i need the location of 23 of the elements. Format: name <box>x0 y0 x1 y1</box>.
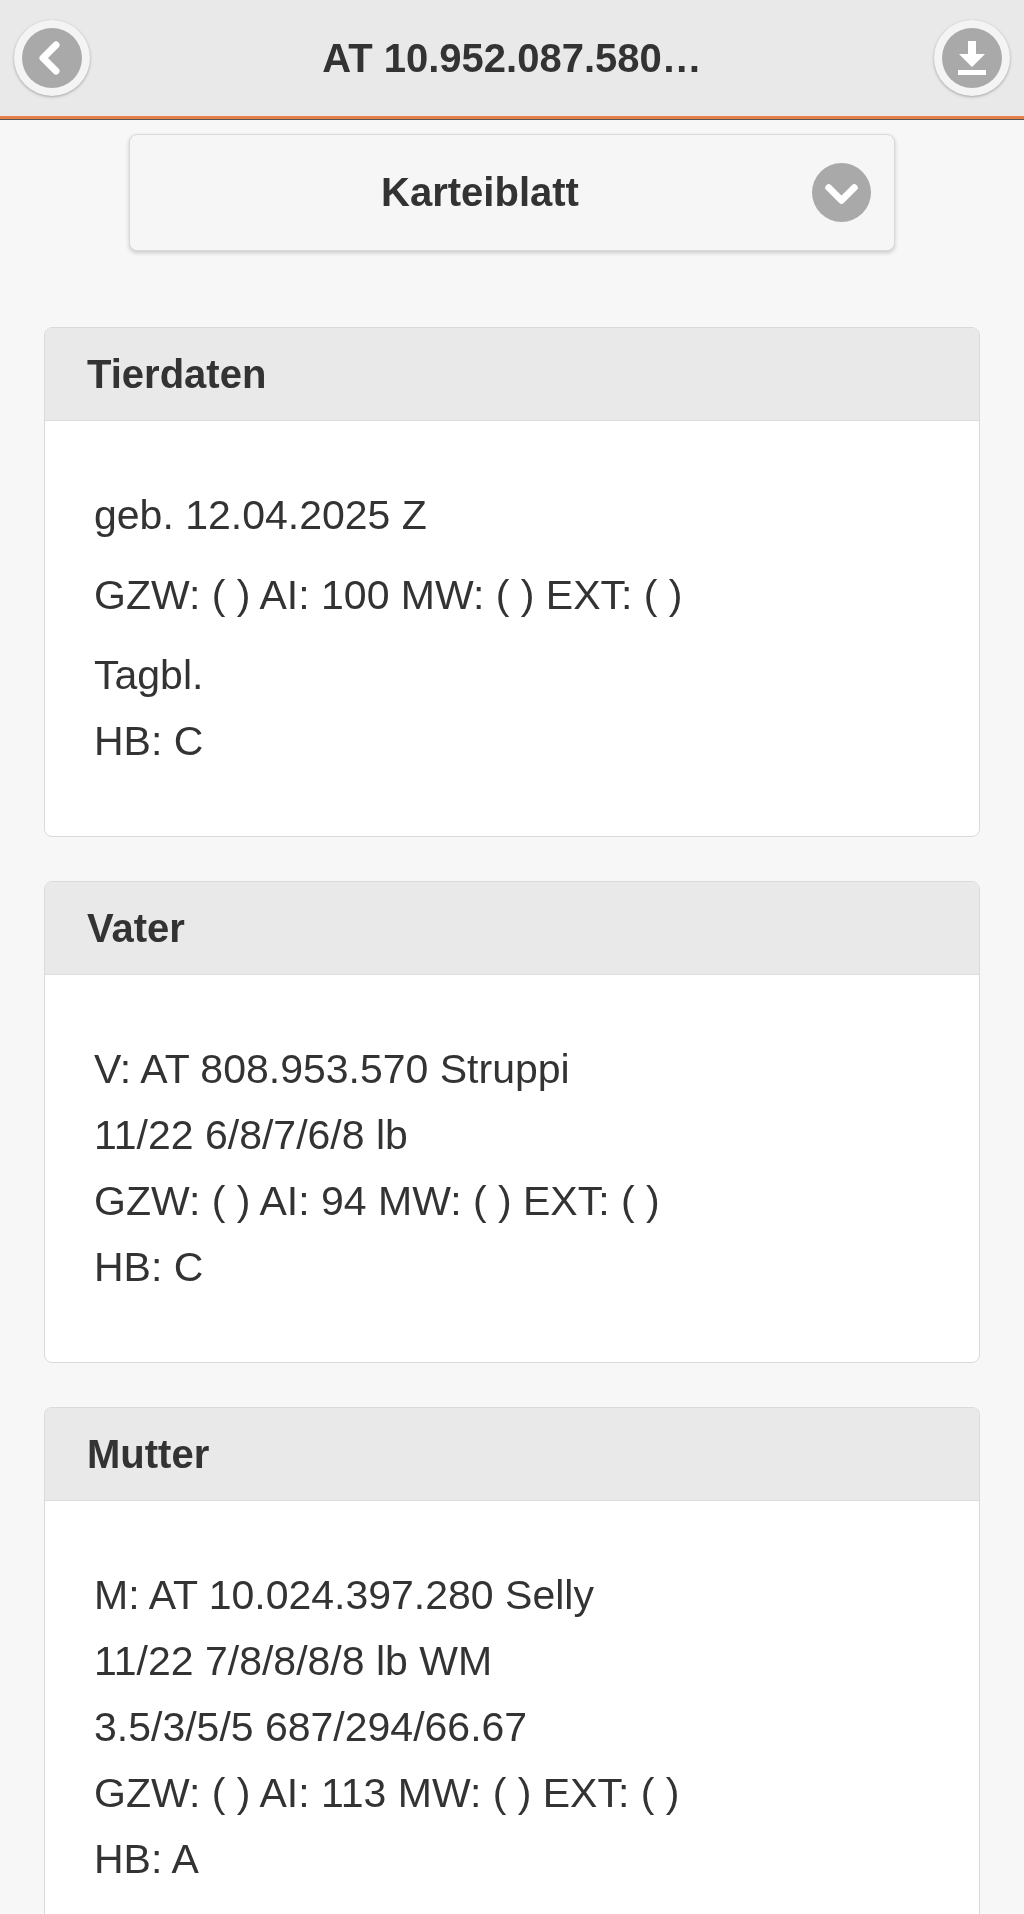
card-title: Vater <box>87 905 185 952</box>
card-text: geb. 12.04.2025 Z <box>94 491 428 540</box>
chevron-down-icon <box>812 163 871 222</box>
card-text: V: AT 808.953.570 Struppi <box>94 1045 571 1094</box>
card-text: HB: C <box>94 717 205 766</box>
card-title: Tierdaten <box>87 351 267 398</box>
card-text: GZW: ( ) AI: 100 MW: ( ) EXT: ( ) <box>94 571 684 620</box>
card-text: 3.5/3/5/5 687/294/66.67 <box>94 1703 529 1752</box>
card-text: M: AT 10.024.397.280 Selly <box>94 1571 595 1620</box>
card-text: HB: A <box>94 1835 200 1884</box>
page-title: AT 10.952.087.580… <box>321 35 703 81</box>
card-title: Mutter <box>87 1431 210 1478</box>
card-text: Tagbl. <box>94 651 205 700</box>
card-text: 11/22 6/8/7/6/8 lb <box>94 1111 409 1160</box>
chevron-left-icon <box>22 28 82 88</box>
card-text: HB: C <box>94 1243 205 1292</box>
card-text: GZW: ( ) AI: 94 MW: ( ) EXT: ( ) <box>94 1177 661 1226</box>
section-select[interactable]: Karteiblatt <box>129 134 895 251</box>
download-button[interactable] <box>934 20 1010 96</box>
card-text: GZW: ( ) AI: 113 MW: ( ) EXT: ( ) <box>94 1769 681 1818</box>
download-icon <box>942 28 1002 88</box>
card-text: 11/22 7/8/8/8/8 lb WM <box>94 1637 494 1686</box>
back-button[interactable] <box>14 20 90 96</box>
